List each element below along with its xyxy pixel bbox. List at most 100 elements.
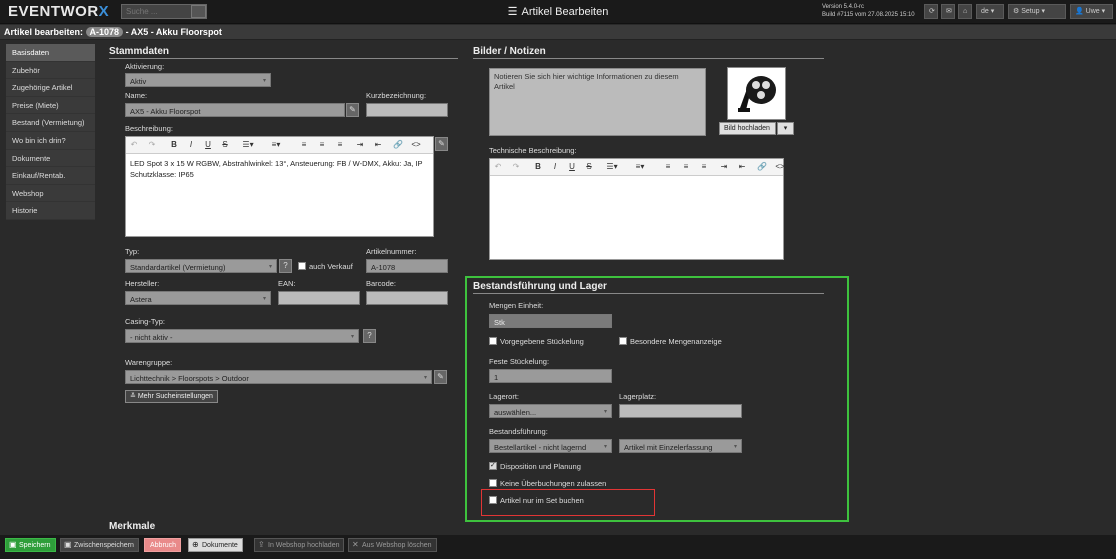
user-menu-button[interactable]: 👤 Uwe ▾ xyxy=(1070,4,1113,19)
refresh-icon[interactable]: ⟳ xyxy=(924,4,938,19)
home-icon[interactable]: ⌂ xyxy=(958,4,972,19)
bullet-list-icon[interactable]: ☰▾ xyxy=(606,162,618,171)
align-left-icon[interactable]: ≡ xyxy=(662,162,674,171)
article-image[interactable] xyxy=(727,67,786,120)
numbered-list-icon[interactable]: ≡▾ xyxy=(270,140,282,149)
underline-icon[interactable]: U xyxy=(202,140,214,149)
underline-icon[interactable]: U xyxy=(566,162,578,171)
code-icon[interactable]: <> xyxy=(774,162,786,171)
mehr-sucheinstellungen-button[interactable]: ≚ Mehr Sucheinstellungen xyxy=(125,390,218,403)
numbered-list-icon[interactable]: ≡▾ xyxy=(634,162,646,171)
erfassung-select[interactable]: Artikel mit Einzelerfassung ▾ xyxy=(619,439,742,453)
feste-stueckelung-label: Feste Stückelung: xyxy=(489,357,550,366)
lagerplatz-input[interactable] xyxy=(619,404,742,418)
align-right-icon[interactable]: ≡ xyxy=(698,162,710,171)
edit-icon[interactable]: ✎ xyxy=(346,103,359,117)
disposition-checkbox[interactable] xyxy=(489,461,497,470)
setup-button[interactable]: ⚙ Setup ▾ xyxy=(1008,4,1066,19)
link-icon[interactable]: 🔗 xyxy=(392,140,404,149)
kurzbezeichnung-input[interactable] xyxy=(366,103,448,117)
technische-beschreibung-editor[interactable]: ↶ ↷ B I U S ☰▾ ≡▾ ≡ ≡ ≡ ⇥ ⇤ 🔗 <> xyxy=(489,158,786,260)
link-icon[interactable]: 🔗 xyxy=(756,162,768,171)
indent-icon[interactable]: ⇥ xyxy=(354,140,366,149)
zwischenspeichern-button[interactable]: ▣ Zwischenspeichern xyxy=(60,538,139,552)
auch-verkauf-checkbox[interactable] xyxy=(298,262,306,270)
sidebar-item-historie[interactable]: Historie xyxy=(6,202,95,220)
sidebar-item-basisdaten[interactable]: Basisdaten xyxy=(6,44,95,62)
sidebar-item-zubehoer[interactable]: Zubehör xyxy=(6,62,95,80)
aktivierung-select[interactable]: Aktiv ▾ xyxy=(125,73,271,87)
lagerplatz-label: Lagerplatz: xyxy=(619,392,657,401)
typ-select[interactable]: Standardartikel (Vermietung) ▾ xyxy=(125,259,277,273)
disposition-label: Disposition und Planung xyxy=(500,462,581,471)
webshop-upload-button[interactable]: ⇪ In Webshop hochladen xyxy=(254,538,345,552)
chevron-down-icon: ▾ xyxy=(603,409,607,415)
dokumente-button[interactable]: ⊕ Dokumente xyxy=(188,538,243,552)
redo-icon[interactable]: ↷ xyxy=(510,162,522,171)
save-button[interactable]: ▣ Speichern xyxy=(5,538,56,552)
bestandsfuehrung-label: Bestandsführung: xyxy=(489,427,548,436)
feste-stueckelung-input[interactable]: 1 xyxy=(489,369,612,383)
besondere-mengenanzeige-checkbox[interactable] xyxy=(619,337,627,345)
bold-icon[interactable]: B xyxy=(532,162,544,171)
italic-icon[interactable]: I xyxy=(185,140,197,149)
artikelnummer-input[interactable]: A-1078 xyxy=(366,259,448,273)
keine-ueberbuchungen-checkbox[interactable] xyxy=(489,479,497,487)
lagerort-select[interactable]: auswählen... ▾ xyxy=(489,404,612,418)
outdent-icon[interactable]: ⇤ xyxy=(372,140,384,149)
strikethrough-icon[interactable]: S xyxy=(219,140,231,149)
code-icon[interactable]: <> xyxy=(410,140,422,149)
name-input[interactable]: AX5 - Akku Floorspot xyxy=(125,103,345,117)
notes-textarea[interactable]: Notieren Sie sich hier wichtige Informat… xyxy=(489,68,706,136)
align-left-icon[interactable]: ≡ xyxy=(298,140,310,149)
bestandsfuehrung-select[interactable]: Bestellartikel - nicht lagernd ▾ xyxy=(489,439,612,453)
auch-verkauf-label: auch Verkauf xyxy=(309,262,353,271)
casing-select[interactable]: - nicht aktiv - ▾ xyxy=(125,329,359,343)
vorgegebene-stueckelung-checkbox[interactable] xyxy=(489,337,497,345)
sidebar-item-dokumente[interactable]: Dokumente xyxy=(6,150,95,168)
section-divider xyxy=(473,293,824,294)
undo-icon[interactable]: ↶ xyxy=(128,140,140,149)
beschreibung-editor[interactable]: ↶ ↷ B I U S ☰▾ ≡▾ ≡ ≡ ≡ ⇥ ⇤ 🔗 <> LED Spo… xyxy=(125,136,434,237)
webshop-delete-button[interactable]: ✕ Aus Webshop löschen xyxy=(348,538,437,552)
align-center-icon[interactable]: ≡ xyxy=(680,162,692,171)
align-right-icon[interactable]: ≡ xyxy=(334,140,346,149)
undo-icon[interactable]: ↶ xyxy=(492,162,504,171)
mail-icon[interactable]: ✉ xyxy=(941,4,955,19)
upload-options-button[interactable]: ▾ xyxy=(777,122,794,135)
sidebar-item-zugehoerige[interactable]: Zugehörige Artikel xyxy=(6,79,95,97)
bullet-list-icon[interactable]: ☰▾ xyxy=(242,140,254,149)
edit-icon[interactable]: ✎ xyxy=(435,137,448,151)
keine-ueberbuchungen-label: Keine Überbuchungen zulassen xyxy=(500,479,607,488)
cancel-button[interactable]: Abbruch xyxy=(144,538,182,552)
barcode-input[interactable] xyxy=(366,291,448,305)
chevron-down-icon: ▾ xyxy=(603,444,607,450)
sidebar-item-einkauf[interactable]: Einkauf/Rentab. xyxy=(6,167,95,185)
edit-icon[interactable]: ✎ xyxy=(434,370,447,384)
language-select[interactable]: de ▾ xyxy=(976,4,1004,19)
help-button[interactable]: ? xyxy=(363,329,376,343)
italic-icon[interactable]: I xyxy=(549,162,561,171)
sidebar-item-webshop[interactable]: Webshop xyxy=(6,185,95,203)
save-icon: ▣ xyxy=(64,540,72,549)
bold-icon[interactable]: B xyxy=(168,140,180,149)
sidebar-item-preise[interactable]: Preise (Miete) xyxy=(6,97,95,115)
redo-icon[interactable]: ↷ xyxy=(146,140,158,149)
hersteller-select[interactable]: Astera ▾ xyxy=(125,291,271,305)
double-chevron-down-icon: ≚ xyxy=(130,393,136,400)
mengen-einheit-input[interactable]: Stk xyxy=(489,314,612,328)
ean-input[interactable] xyxy=(278,291,360,305)
sidebar-item-bestand[interactable]: Bestand (Vermietung) xyxy=(6,114,95,132)
outdent-icon[interactable]: ⇤ xyxy=(736,162,748,171)
align-center-icon[interactable]: ≡ xyxy=(316,140,328,149)
help-button[interactable]: ? xyxy=(279,259,292,273)
strikethrough-icon[interactable]: S xyxy=(583,162,595,171)
bild-hochladen-button[interactable]: Bild hochladen xyxy=(719,122,776,135)
nur-im-set-checkbox[interactable] xyxy=(489,496,497,504)
indent-icon[interactable]: ⇥ xyxy=(718,162,730,171)
sidebar-item-wo-bin-ich[interactable]: Wo bin ich drin? xyxy=(6,132,95,150)
warengruppe-select[interactable]: Lichttechnik > Floorspots > Outdoor ▾ xyxy=(125,370,432,384)
chevron-down-icon: ▾ xyxy=(350,334,354,340)
hersteller-label: Hersteller: xyxy=(125,279,160,288)
floorspot-image xyxy=(738,76,776,112)
